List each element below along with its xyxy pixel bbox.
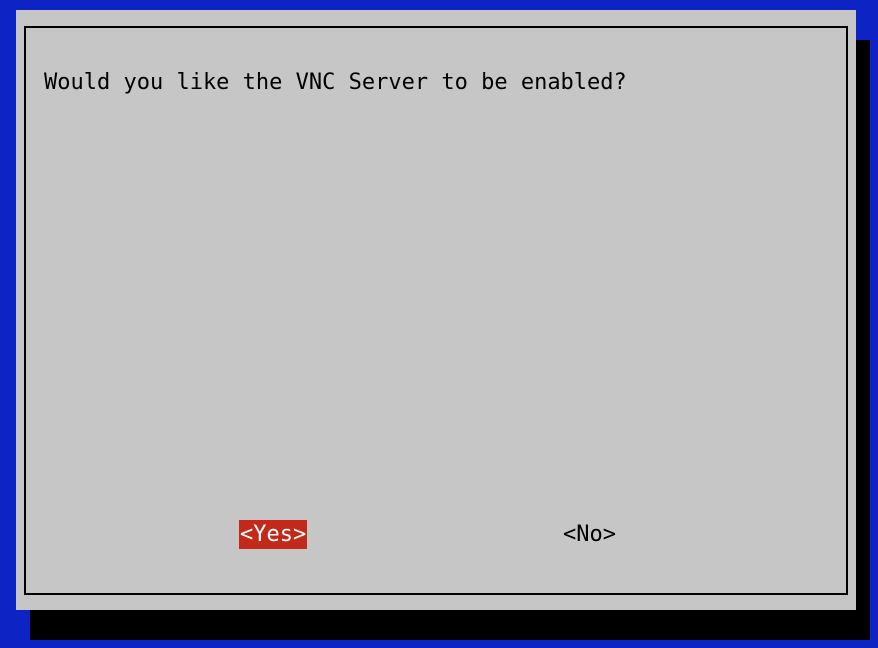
terminal-screen: Would you like the VNC Server to be enab…	[0, 0, 878, 648]
no-button[interactable]: <No>	[562, 520, 617, 549]
dialog-message: Would you like the VNC Server to be enab…	[44, 70, 627, 95]
vnc-dialog: Would you like the VNC Server to be enab…	[16, 10, 856, 610]
dialog-border	[24, 26, 848, 595]
yes-button[interactable]: <Yes>	[239, 520, 308, 549]
